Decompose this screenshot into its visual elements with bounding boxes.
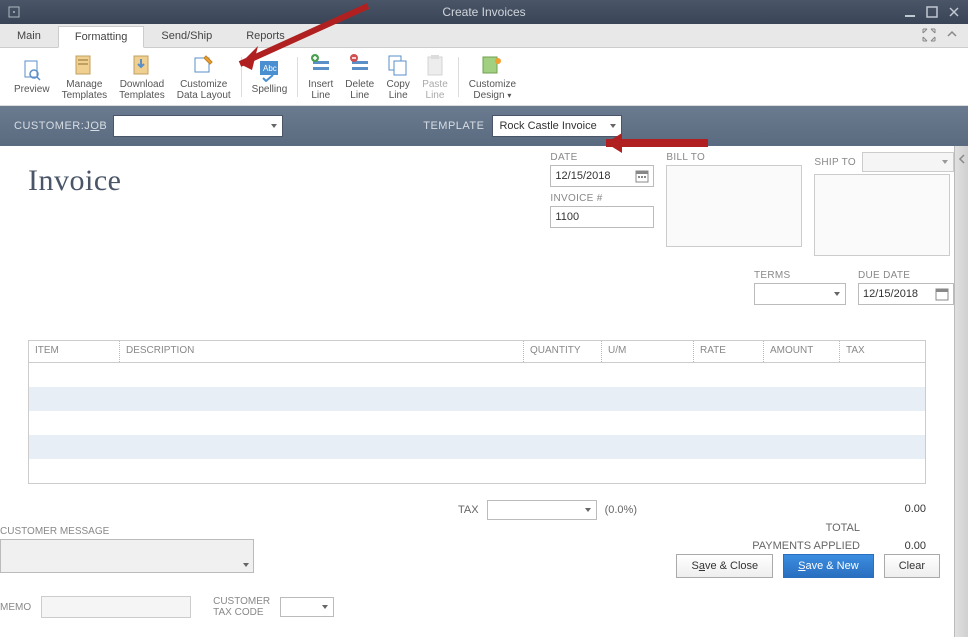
terms-label: TERMS [754,270,846,281]
col-description: DESCRIPTION [119,341,523,362]
maximize-icon[interactable] [926,6,938,18]
delete-line-icon [348,53,372,77]
date-label: DATE [550,152,654,163]
manage-templates-button[interactable]: Manage Templates [56,51,114,103]
terms-select[interactable] [754,283,846,305]
expand-icon[interactable] [922,28,936,42]
customer-template-bar: CUSTOMER:JOB TEMPLATE Rock Castle Invoic… [0,106,968,146]
col-tax: TAX [839,341,899,362]
spelling-button[interactable]: Abc Spelling [246,56,294,97]
tab-main[interactable]: Main [0,25,58,47]
download-templates-icon [130,53,154,77]
titlebar: Create Invoices [0,0,968,24]
chevron-down-icon [242,561,250,569]
tax-percent: (0.0%) [605,504,637,516]
collapse-ribbon-icon[interactable] [946,28,958,40]
save-close-button[interactable]: Save & Close [676,554,773,578]
insert-line-icon [309,53,333,77]
minimize-icon[interactable] [904,6,916,18]
window-menu-icon[interactable] [8,6,20,18]
download-templates-button[interactable]: Download Templates [113,51,171,103]
insert-line-button[interactable]: Insert Line [302,51,339,103]
customer-tax-code-label: CUSTOMER TAX CODE [213,596,270,618]
customer-message-label: CUSTOMER MESSAGE [0,526,254,537]
customer-tax-code-select[interactable] [280,597,334,617]
save-new-button[interactable]: Save & New [783,554,874,578]
chevron-down-icon [270,122,278,130]
customize-layout-icon [192,53,216,77]
chevron-down-icon [833,290,841,298]
table-row[interactable] [29,387,925,411]
chevron-down-icon [609,122,617,130]
bill-to-address[interactable] [666,165,802,247]
calendar-icon[interactable] [935,287,949,301]
invoice-number-label: INVOICE # [550,193,654,204]
tax-item-select[interactable] [487,500,597,520]
calendar-icon[interactable] [635,169,649,183]
ship-to-label: SHIP TO [814,157,856,168]
formatting-toolbar: Preview Manage Templates Download Templa… [0,48,968,106]
date-input[interactable]: 12/15/2018 [550,165,654,187]
customer-job-label: CUSTOMER:JOB [14,120,107,132]
tab-formatting[interactable]: Formatting [58,26,145,48]
memo-label: MEMO [0,602,31,613]
customer-job-select[interactable] [113,115,283,137]
window-title: Create Invoices [442,5,525,19]
memo-input[interactable] [41,596,191,618]
col-rate: RATE [693,341,763,362]
table-row[interactable] [29,363,925,387]
col-amount: AMOUNT [763,341,839,362]
invoice-form: Invoice DATE 12/15/2018 INVOICE # BILL T… [0,146,968,572]
invoice-number-input[interactable] [550,206,654,228]
svg-text:Abc: Abc [263,64,277,73]
table-row[interactable] [29,459,925,483]
tax-amount: 0.00 [901,500,926,519]
chevron-down-icon [584,506,592,514]
col-item: ITEM [29,341,119,362]
ship-to-select[interactable] [862,152,954,172]
copy-line-icon [386,53,410,77]
manage-templates-icon [72,53,96,77]
line-items-table: ITEM DESCRIPTION QUANTITY U/M RATE AMOUN… [28,340,926,484]
customize-design-button[interactable]: Customize Design ▾ [463,51,522,103]
tax-label: TAX [458,504,479,516]
table-row[interactable] [29,411,925,435]
close-icon[interactable] [948,6,960,18]
total-label: TOTAL [752,519,860,538]
table-body[interactable] [29,363,925,483]
tab-reports[interactable]: Reports [229,25,302,47]
clear-button[interactable]: Clear [884,554,940,578]
template-label: TEMPLATE [423,120,484,132]
bill-to-label: BILL TO [666,152,802,163]
ribbon-tabs: Main Formatting Send/Ship Reports [0,24,968,48]
customize-data-layout-button[interactable]: Customize Data Layout [171,51,237,103]
paste-line-button: Paste Line [416,51,454,103]
preview-icon [20,58,44,82]
delete-line-button[interactable]: Delete Line [339,51,380,103]
template-select[interactable]: Rock Castle Invoice [492,115,622,137]
customize-design-icon [480,53,504,77]
ship-to-address[interactable] [814,174,950,256]
tab-sendship[interactable]: Send/Ship [144,25,229,47]
spelling-icon: Abc [257,58,281,82]
due-date-label: DUE DATE [858,270,954,281]
chevron-down-icon [941,158,949,166]
table-row[interactable] [29,435,925,459]
due-date-input[interactable]: 12/15/2018 [858,283,954,305]
preview-button[interactable]: Preview [8,56,56,97]
paste-line-icon [423,53,447,77]
customer-message-select[interactable] [0,539,254,573]
table-header: ITEM DESCRIPTION QUANTITY U/M RATE AMOUN… [29,341,925,363]
copy-line-button[interactable]: Copy Line [380,51,416,103]
col-quantity: QUANTITY [523,341,601,362]
col-um: U/M [601,341,693,362]
chevron-down-icon [321,603,329,611]
